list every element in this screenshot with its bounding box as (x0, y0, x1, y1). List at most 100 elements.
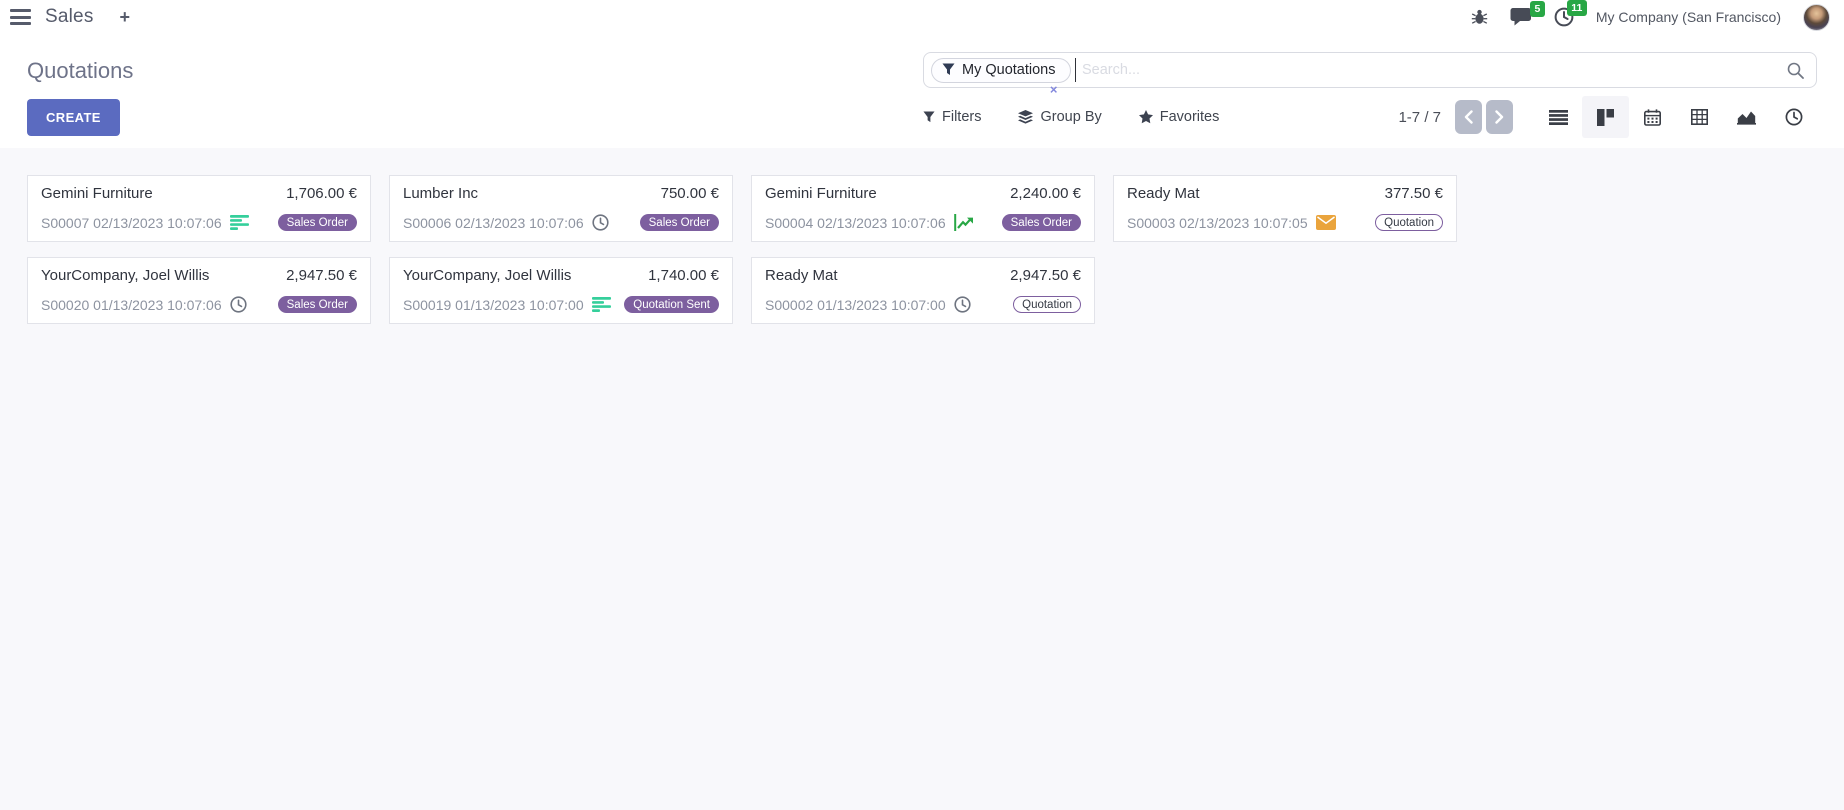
view-activity-icon[interactable] (1770, 96, 1817, 138)
quotation-card[interactable]: YourCompany, Joel Willis 1,740.00 € S000… (389, 257, 733, 324)
order-ref-datetime: S00002 01/13/2023 10:07:00 (765, 297, 946, 313)
search-facet-my-quotations[interactable]: My Quotations × (931, 58, 1071, 83)
discuss-chat-icon[interactable]: 5 (1510, 8, 1532, 26)
clock-icon[interactable] (592, 214, 609, 231)
customer-name: YourCompany, Joel Willis (41, 267, 209, 284)
customer-name: Gemini Furniture (41, 185, 153, 202)
navbar-systray: 5 11 My Company (San Francisco) (1471, 4, 1830, 31)
status-badge: Sales Order (278, 214, 357, 231)
trend-up-icon[interactable] (954, 214, 974, 231)
app-name[interactable]: Sales (45, 6, 94, 28)
customer-name: Gemini Furniture (765, 185, 877, 202)
card-bottom-row: S00019 01/13/2023 10:07:00 Quotation Sen… (403, 296, 719, 313)
group-by-menu[interactable]: Group By (1018, 109, 1101, 125)
order-amount: 2,947.50 € (286, 267, 357, 284)
company-switcher[interactable]: My Company (San Francisco) (1596, 9, 1781, 25)
order-amount: 2,947.50 € (1010, 267, 1081, 284)
view-kanban-icon[interactable] (1582, 96, 1629, 138)
card-top-row: YourCompany, Joel Willis 1,740.00 € (403, 267, 719, 284)
odoo-sales-app: Sales + 5 11 My Company (San Francisco) … (0, 0, 1844, 810)
filter-funnel-icon (942, 63, 955, 76)
quotation-card[interactable]: Ready Mat 2,947.50 € S00002 01/13/2023 1… (751, 257, 1095, 324)
filter-funnel-icon (923, 111, 935, 123)
status-badge: Sales Order (278, 296, 357, 313)
apps-menu-icon[interactable] (10, 7, 31, 27)
filters-label: Filters (942, 109, 981, 125)
card-bottom-row: S00006 02/13/2023 10:07:06 Sales Order (403, 214, 719, 231)
magnifier-icon[interactable] (1787, 62, 1804, 79)
order-ref-datetime: S00020 01/13/2023 10:07:06 (41, 297, 222, 313)
favorites-menu[interactable]: Favorites (1139, 109, 1220, 125)
quotation-card[interactable]: Ready Mat 377.50 € S00003 02/13/2023 10:… (1113, 175, 1457, 242)
quotation-card[interactable]: Gemini Furniture 1,706.00 € S00007 02/13… (27, 175, 371, 242)
card-bottom-row: S00002 01/13/2023 10:07:00 Quotation (765, 296, 1081, 313)
create-button[interactable]: CREATE (27, 99, 120, 136)
quotation-card[interactable]: Lumber Inc 750.00 € S00006 02/13/2023 10… (389, 175, 733, 242)
kanban-view: Gemini Furniture 1,706.00 € S00007 02/13… (0, 148, 1844, 810)
view-switcher (1535, 96, 1817, 138)
navbar-left: Sales + (10, 6, 130, 28)
order-amount: 377.50 € (1385, 185, 1443, 202)
layers-icon (1018, 110, 1033, 124)
card-top-row: YourCompany, Joel Willis 2,947.50 € (41, 267, 357, 284)
quotation-card[interactable]: Gemini Furniture 2,240.00 € S00004 02/13… (751, 175, 1095, 242)
activity-list-icon[interactable] (592, 297, 611, 312)
status-badge: Sales Order (640, 214, 719, 231)
card-bottom-row: S00004 02/13/2023 10:07:06 Sales Order (765, 214, 1081, 231)
facet-label: My Quotations (962, 62, 1056, 78)
kanban-grid: Gemini Furniture 1,706.00 € S00007 02/13… (27, 175, 1835, 339)
search-options-bar: Filters Group By Favorites 1-7 / 7 (923, 96, 1817, 138)
text-caret (1075, 58, 1077, 82)
star-icon (1139, 110, 1153, 124)
card-top-row: Gemini Furniture 1,706.00 € (41, 185, 357, 202)
order-amount: 1,706.00 € (286, 185, 357, 202)
facet-remove-icon[interactable]: × (1050, 82, 1058, 97)
order-ref-datetime: S00019 01/13/2023 10:07:00 (403, 297, 584, 313)
customer-name: Lumber Inc (403, 185, 478, 202)
quotation-card[interactable]: YourCompany, Joel Willis 2,947.50 € S000… (27, 257, 371, 324)
status-badge: Sales Order (1002, 214, 1081, 231)
favorites-label: Favorites (1160, 109, 1220, 125)
card-bottom-row: S00020 01/13/2023 10:07:06 Sales Order (41, 296, 357, 313)
page-title: Quotations (27, 52, 133, 84)
activities-clock-icon[interactable]: 11 (1554, 7, 1574, 27)
debug-bug-icon[interactable] (1471, 9, 1488, 25)
view-graph-icon[interactable] (1723, 96, 1770, 138)
discuss-count-badge: 5 (1530, 1, 1545, 17)
group-by-label: Group By (1040, 109, 1101, 125)
order-ref-datetime: S00007 02/13/2023 10:07:06 (41, 215, 222, 231)
customer-name: Ready Mat (765, 267, 838, 284)
status-badge: Quotation (1013, 296, 1081, 313)
user-avatar[interactable] (1803, 4, 1830, 31)
clock-icon[interactable] (954, 296, 971, 313)
status-badge: Quotation Sent (624, 296, 719, 313)
view-calendar-icon[interactable] (1629, 96, 1676, 138)
search-input[interactable]: Search... (1082, 62, 1787, 78)
customer-name: Ready Mat (1127, 185, 1200, 202)
pager-next-button[interactable] (1486, 100, 1513, 134)
status-badge: Quotation (1375, 214, 1443, 231)
card-top-row: Ready Mat 2,947.50 € (765, 267, 1081, 284)
card-top-row: Ready Mat 377.50 € (1127, 185, 1443, 202)
order-amount: 1,740.00 € (648, 267, 719, 284)
card-top-row: Lumber Inc 750.00 € (403, 185, 719, 202)
clock-icon[interactable] (230, 296, 247, 313)
view-pivot-icon[interactable] (1676, 96, 1723, 138)
card-top-row: Gemini Furniture 2,240.00 € (765, 185, 1081, 202)
order-amount: 750.00 € (661, 185, 719, 202)
pager-counter: 1-7 / 7 (1398, 109, 1441, 126)
customer-name: YourCompany, Joel Willis (403, 267, 571, 284)
control-panel: Quotations My Quotations × Search... CRE… (0, 34, 1844, 148)
card-bottom-row: S00007 02/13/2023 10:07:06 Sales Order (41, 214, 357, 231)
view-list-icon[interactable] (1535, 96, 1582, 138)
pager-previous-button[interactable] (1455, 100, 1482, 134)
add-tab-button[interactable]: + (120, 8, 131, 26)
order-ref-datetime: S00003 02/13/2023 10:07:05 (1127, 215, 1308, 231)
envelope-icon[interactable] (1316, 215, 1336, 230)
activity-list-icon[interactable] (230, 215, 249, 230)
card-bottom-row: S00003 02/13/2023 10:07:05 Quotation (1127, 214, 1443, 231)
order-ref-datetime: S00004 02/13/2023 10:07:06 (765, 215, 946, 231)
activities-count-badge: 11 (1567, 0, 1587, 16)
filters-menu[interactable]: Filters (923, 109, 981, 125)
search-bar[interactable]: My Quotations × Search... (923, 52, 1817, 88)
